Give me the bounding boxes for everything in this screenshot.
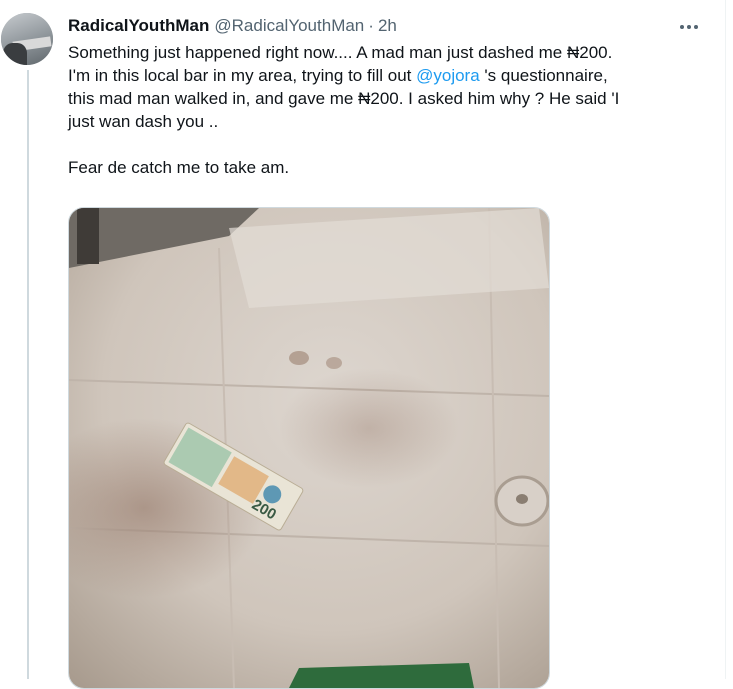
table-mark [289,351,309,365]
tweet-text-segment: I'm in this local bar in my area, trying… [68,66,417,85]
photo-image: 200 [69,208,549,688]
table-mark [326,357,342,369]
tweet-text-line: just wan dash you .. [68,112,219,131]
tweet-text-line: Something just happened right now.... A … [68,43,613,62]
header-separator: · [368,16,374,35]
more-icon [680,25,698,29]
tweet-text-segment: 's questionnaire, [479,66,608,85]
tweet-text-line: this mad man walked in, and gave me ₦200… [68,89,620,108]
avatar[interactable] [1,13,53,65]
tweet-text: Something just happened right now.... A … [68,41,708,179]
thread-connector-line [27,70,29,679]
table-stain [279,368,459,488]
tweet-photo[interactable]: 200 [68,207,550,689]
user-handle[interactable]: @RadicalYouthMan [214,16,364,36]
chair-leg [77,208,99,264]
tweet-text-line: I'm in this local bar in my area, trying… [68,64,708,87]
avatar-person [3,43,27,65]
table-umbrella-hole-center [516,494,528,504]
tweet-header: RadicalYouthMan @RadicalYouthMan · 2h [68,15,397,37]
mention-link[interactable]: @yojora [416,66,480,85]
more-options-button[interactable] [672,13,706,41]
display-name[interactable]: RadicalYouthMan [68,16,209,36]
paragraph-break [68,133,708,156]
column-border [725,0,726,679]
tweet-timestamp[interactable]: 2h [378,16,397,36]
tweet-text-line: Fear de catch me to take am. [68,158,290,177]
